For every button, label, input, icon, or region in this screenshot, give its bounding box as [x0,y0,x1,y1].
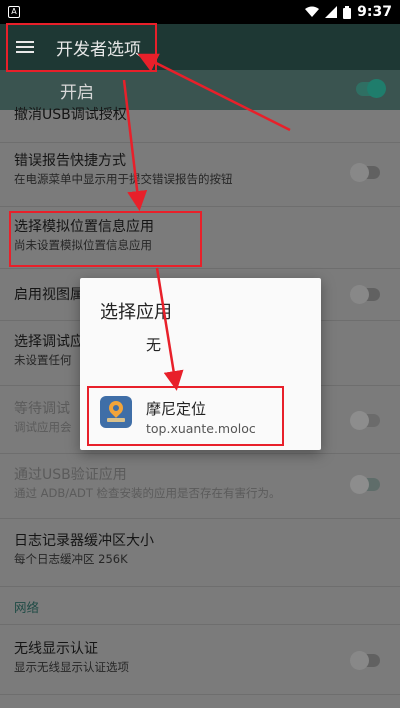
annotation-arrow [122,79,148,211]
annotation-arrow [155,267,184,391]
annotation-arrows [122,53,291,391]
annotation-arrow [137,53,291,132]
